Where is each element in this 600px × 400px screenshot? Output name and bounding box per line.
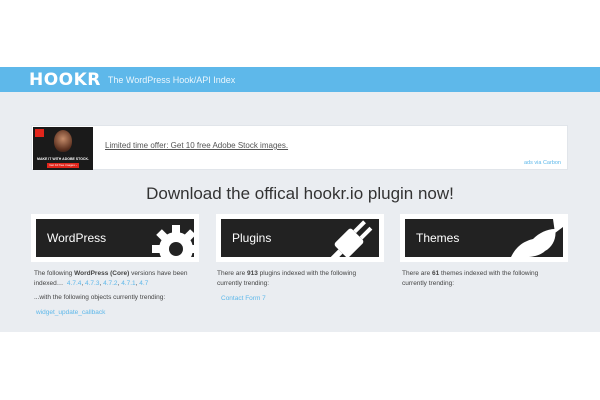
trending-object-link[interactable]: widget_update_callback bbox=[36, 309, 105, 316]
plugin-download-headline[interactable]: Download the offical hookr.io plugin now… bbox=[0, 184, 600, 204]
top-navbar: HOOKR The WordPress Hook/API Index bbox=[0, 67, 600, 92]
wordpress-trending-intro: ...with the following objects currently … bbox=[34, 294, 166, 301]
ads-via-carbon-link[interactable]: ads via Carbon bbox=[524, 160, 561, 166]
version-link[interactable]: 4.7.2 bbox=[103, 280, 117, 287]
version-link[interactable]: 4.7.4 bbox=[67, 280, 81, 287]
wordpress-card-label: WordPress bbox=[47, 231, 107, 245]
themes-card[interactable]: Themes bbox=[400, 214, 568, 262]
ad-portrait bbox=[54, 130, 72, 152]
version-link[interactable]: 4.7.3 bbox=[85, 280, 99, 287]
carbon-ad[interactable]: MAKE IT WITH ADOBE STOCK. Get 10 free im… bbox=[31, 125, 568, 170]
plug-icon bbox=[318, 220, 373, 257]
gear-icon bbox=[152, 225, 194, 257]
ad-link[interactable]: Limited time offer: Get 10 free Adobe St… bbox=[105, 141, 288, 150]
wordpress-card[interactable]: WordPress bbox=[31, 214, 199, 262]
ad-image-caption: MAKE IT WITH ADOBE STOCK. bbox=[37, 157, 89, 161]
wordpress-description: The following WordPress (Core) versions … bbox=[34, 270, 188, 287]
plugins-description: There are 913 plugins indexed with the f… bbox=[217, 270, 357, 287]
plugins-card[interactable]: Plugins bbox=[216, 214, 384, 262]
plugins-card-label: Plugins bbox=[232, 231, 272, 245]
ad-image[interactable]: MAKE IT WITH ADOBE STOCK. Get 10 free im… bbox=[33, 127, 93, 170]
themes-card-label: Themes bbox=[416, 231, 460, 245]
version-link[interactable]: 4.7 bbox=[139, 280, 148, 287]
themes-description: There are 61 themes indexed with the fol… bbox=[402, 270, 539, 287]
hookr-logo[interactable]: HOOKR bbox=[29, 70, 101, 90]
trending-plugin-link[interactable]: Contact Form 7 bbox=[221, 295, 266, 302]
site-tagline: The WordPress Hook/API Index bbox=[107, 74, 236, 85]
ad-image-button: Get 10 free images › bbox=[47, 163, 79, 168]
version-link[interactable]: 4.7.1 bbox=[121, 280, 135, 287]
adobe-logo-icon bbox=[35, 129, 44, 137]
brush-icon bbox=[511, 219, 563, 257]
